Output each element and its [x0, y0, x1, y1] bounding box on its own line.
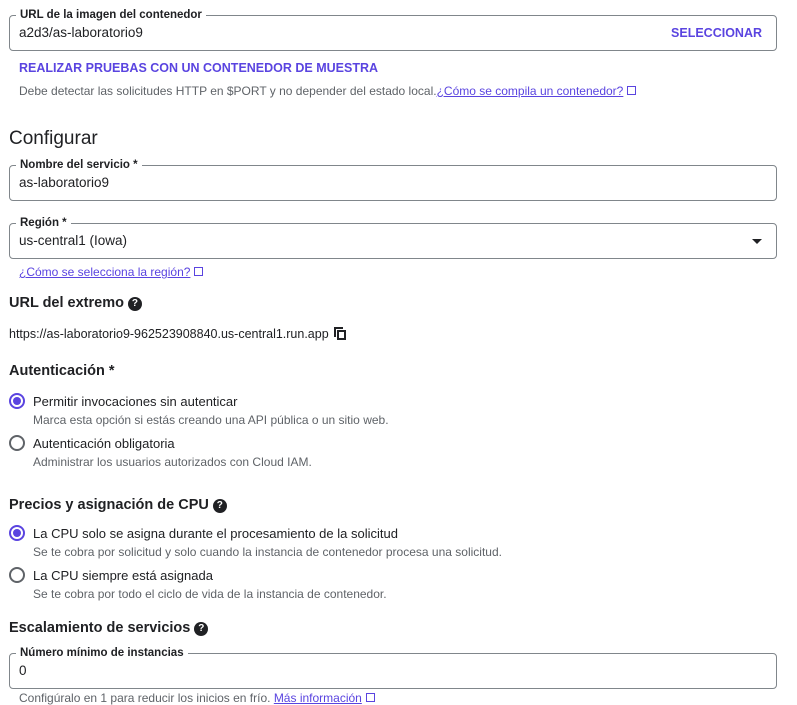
help-icon[interactable]: ?	[212, 499, 227, 513]
service-name-value: as-laboratorio9	[19, 175, 110, 190]
auth-radio-required[interactable]	[9, 435, 25, 451]
cpu-option-label: La CPU solo se asigna durante el procesa…	[33, 526, 398, 541]
region-label: Región *	[16, 216, 71, 230]
region-value: us-central1 (Iowa)	[19, 233, 128, 248]
service-name-label: Nombre del servicio *	[16, 158, 142, 172]
auth-title: Autenticación *	[9, 363, 115, 379]
min-instances-field[interactable]: Número mínimo de instancias 0	[9, 646, 777, 689]
container-image-value: a2d3/as-laboratorio9	[19, 25, 143, 40]
cpu-option-desc: Se te cobra por solicitud y solo cuando …	[33, 545, 502, 559]
endpoint-url: https://as-laboratorio9-962523908840.us-…	[9, 327, 329, 341]
auth-option-desc: Administrar los usuarios autorizados con…	[33, 455, 312, 469]
min-instances-label: Número mínimo de instancias	[16, 646, 188, 660]
external-link-icon	[627, 86, 637, 95]
dropdown-arrow-icon	[752, 239, 762, 244]
cpu-heading: Precios y asignación de CPU?	[9, 497, 227, 513]
auth-option-label: Autenticación obligatoria	[33, 436, 175, 451]
container-image-field[interactable]: URL de la imagen del contenedor a2d3/as-…	[9, 8, 777, 51]
help-icon[interactable]: ?	[127, 297, 142, 311]
configure-title: Configurar	[9, 128, 98, 149]
service-name-field[interactable]: Nombre del servicio * as-laboratorio9	[9, 158, 777, 201]
cpu-option-desc: Se te cobra por todo el ciclo de vida de…	[33, 587, 387, 601]
container-image-label: URL de la imagen del contenedor	[16, 8, 206, 22]
endpoint-heading: URL del extremo?	[9, 295, 142, 311]
container-help-text: Debe detectar las solicitudes HTTP en $P…	[19, 84, 437, 98]
min-instances-value: 0	[19, 663, 27, 678]
endpoint-title: URL del extremo	[9, 295, 124, 311]
auth-option-desc: Marca esta opción si estás creando una A…	[33, 413, 389, 427]
copy-icon[interactable]	[334, 327, 346, 340]
container-help: Debe detectar las solicitudes HTTP en $P…	[19, 84, 637, 98]
region-select[interactable]: Región * us-central1 (Iowa)	[9, 216, 777, 259]
build-container-link[interactable]: ¿Cómo se compila un contenedor?	[437, 84, 624, 98]
cpu-option-label: La CPU siempre está asignada	[33, 568, 213, 583]
cpu-title: Precios y asignación de CPU	[9, 497, 209, 513]
region-help-link[interactable]: ¿Cómo se selecciona la región?	[19, 265, 190, 279]
external-link-icon	[365, 693, 375, 702]
cpu-radio-always[interactable]	[9, 567, 25, 583]
auth-option-label: Permitir invocaciones sin autenticar	[33, 394, 238, 409]
scaling-heading: Escalamiento de servicios?	[9, 620, 209, 636]
cpu-radio-request[interactable]	[9, 525, 25, 541]
external-link-icon	[194, 267, 204, 276]
auth-radio-unauthenticated[interactable]	[9, 393, 25, 409]
help-icon[interactable]: ?	[194, 622, 209, 636]
sample-container-button[interactable]: REALIZAR PRUEBAS CON UN CONTENEDOR DE MU…	[19, 61, 378, 75]
scaling-title: Escalamiento de servicios	[9, 620, 191, 636]
select-button[interactable]: SELECCIONAR	[671, 26, 762, 40]
